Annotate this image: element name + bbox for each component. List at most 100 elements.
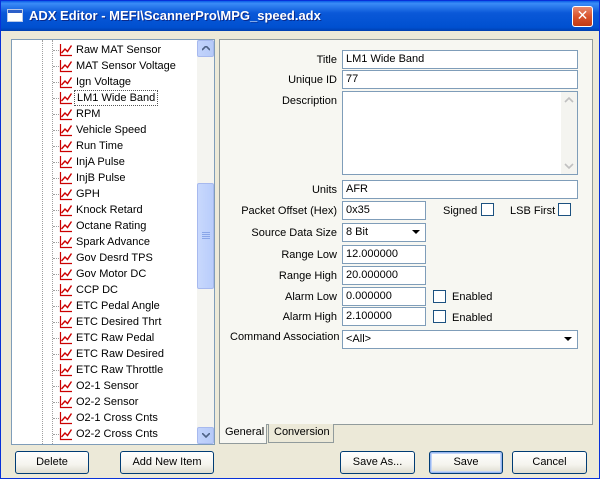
tree-item[interactable]: O2-2 Sensor: [12, 394, 198, 410]
tab-conversion[interactable]: Conversion: [268, 424, 334, 443]
source-data-size-label: Source Data Size: [251, 227, 337, 239]
dropdown-arrow-icon[interactable]: [409, 225, 424, 240]
range-low-label: Range Low: [281, 249, 337, 261]
tab-general[interactable]: General: [219, 424, 267, 444]
tree-item-label: InjA Pulse: [76, 156, 125, 168]
tree-item-label: ETC Raw Desired: [76, 348, 165, 360]
window-title: ADX Editor - MEFI\ScannerPro\MPG_speed.a…: [29, 8, 321, 23]
tree-item[interactable]: CCP DC: [12, 282, 198, 298]
tree-item-label: ETC Raw Pedal: [76, 332, 155, 344]
tree-item-label: Ign Voltage: [76, 76, 132, 88]
tree-item[interactable]: LM1 Wide Band: [12, 90, 198, 106]
range-high-field[interactable]: 20.000000: [342, 266, 426, 285]
line-graph-icon: [59, 204, 73, 217]
dropdown-arrow-icon[interactable]: [561, 332, 576, 347]
tree-item[interactable]: RPM: [12, 106, 198, 122]
range-high-label: Range High: [278, 270, 337, 282]
save-as-button[interactable]: Save As...: [340, 451, 415, 474]
chevron-down-icon[interactable]: [561, 158, 577, 174]
unique-id-field[interactable]: 77: [342, 70, 578, 89]
grip-line: [202, 236, 210, 237]
tree-item[interactable]: Vehicle Speed: [12, 122, 198, 138]
units-field[interactable]: AFR: [342, 180, 578, 199]
unique-id-label: Unique ID: [288, 74, 337, 86]
line-graph-icon: [59, 396, 73, 409]
chevron-up-icon: [202, 46, 210, 51]
scroll-up-button[interactable]: [197, 40, 214, 57]
tree-item[interactable]: O2-1 Cross Cnts: [12, 410, 198, 426]
alarm-high-enabled-label: Enabled: [452, 312, 493, 324]
command-association-select[interactable]: <All>: [342, 330, 578, 349]
alarm-low-enabled-checkbox[interactable]: [433, 290, 446, 303]
tree-item-label: ETC Desired Thrt: [76, 316, 162, 328]
delete-button[interactable]: Delete: [15, 451, 89, 474]
tree-item[interactable]: InjA Pulse: [12, 154, 198, 170]
line-graph-icon: [59, 124, 73, 137]
tree-item[interactable]: O2-2 Cross Cnts: [12, 426, 198, 442]
tree-item[interactable]: Gov Motor DC: [12, 266, 198, 282]
chevron-up-icon[interactable]: [561, 92, 577, 108]
tree-item[interactable]: GPH: [12, 186, 198, 202]
item-tree[interactable]: Raw MAT Sensor MAT Sensor Voltage Ign Volt…: [11, 39, 215, 445]
alarm-low-field[interactable]: 0.000000: [342, 287, 426, 306]
tree-item-label: Run Time: [76, 140, 124, 152]
description-field[interactable]: [342, 91, 578, 175]
signed-checkbox[interactable]: [481, 203, 494, 216]
tree-item[interactable]: ETC Pedal Angle: [12, 298, 198, 314]
line-graph-icon: [59, 156, 73, 169]
grip-line: [202, 232, 210, 233]
tree-item[interactable]: ETC Raw Throttle: [12, 362, 198, 378]
tree-items: Raw MAT Sensor MAT Sensor Voltage Ign Volt…: [12, 40, 198, 442]
tree-item[interactable]: ETC Desired Thrt: [12, 314, 198, 330]
tree-item-label: LM1 Wide Band: [74, 90, 159, 106]
tree-item-label: Raw MAT Sensor: [76, 44, 162, 56]
grip-line: [202, 234, 210, 235]
lsb-first-checkbox[interactable]: [558, 203, 571, 216]
tree-item[interactable]: MAT Sensor Voltage: [12, 58, 198, 74]
tree-item[interactable]: Run Time: [12, 138, 198, 154]
command-association-value: <All>: [346, 333, 372, 345]
tree-scrollbar[interactable]: [197, 40, 214, 444]
save-button[interactable]: Save: [429, 451, 503, 474]
tree-item[interactable]: Raw MAT Sensor: [12, 42, 198, 58]
tree-item-label: O2-2 Cross Cnts: [76, 428, 158, 440]
cancel-button[interactable]: Cancel: [512, 451, 587, 474]
alarm-high-enabled-checkbox[interactable]: [433, 310, 446, 323]
line-graph-icon: [59, 252, 73, 265]
tree-item[interactable]: Knock Retard: [12, 202, 198, 218]
tree-item[interactable]: Octane Rating: [12, 218, 198, 234]
tree-item[interactable]: ETC Raw Pedal: [12, 330, 198, 346]
chevron-down-icon: [202, 433, 210, 438]
tree-item-label: ETC Raw Throttle: [76, 364, 164, 376]
scroll-thumb[interactable]: [197, 183, 214, 289]
tree-item-label: GPH: [76, 188, 100, 200]
tree-item[interactable]: Gov Desrd TPS: [12, 250, 198, 266]
description-scrollbar[interactable]: [561, 92, 577, 174]
tree-item[interactable]: O2-1 Sensor: [12, 378, 198, 394]
alarm-high-field[interactable]: 2.100000: [342, 307, 426, 326]
line-graph-icon: [59, 284, 73, 297]
tree-item-label: O2-2 Sensor: [76, 396, 139, 408]
source-data-size-select[interactable]: 8 Bit: [342, 223, 426, 242]
title-bar[interactable]: ADX Editor - MEFI\ScannerPro\MPG_speed.a…: [1, 1, 599, 31]
tree-item-label: Octane Rating: [76, 220, 147, 232]
tree-item-label: InjB Pulse: [76, 172, 126, 184]
packet-offset-field[interactable]: 0x35: [342, 201, 426, 220]
range-low-field[interactable]: 12.000000: [342, 245, 426, 264]
adx-editor-window: ADX Editor - MEFI\ScannerPro\MPG_speed.a…: [0, 0, 600, 479]
tree-item-label: CCP DC: [76, 284, 118, 296]
line-graph-icon: [59, 76, 73, 89]
add-new-item-button[interactable]: Add New Item: [120, 451, 214, 474]
packet-offset-label: Packet Offset (Hex): [241, 205, 337, 217]
tree-item[interactable]: ETC Raw Desired: [12, 346, 198, 362]
line-graph-icon: [59, 92, 73, 105]
close-button[interactable]: ✕: [572, 6, 593, 27]
tree-item[interactable]: Spark Advance: [12, 234, 198, 250]
alarm-low-label: Alarm Low: [285, 291, 337, 303]
scroll-down-button[interactable]: [197, 427, 214, 444]
tree-item[interactable]: InjB Pulse: [12, 170, 198, 186]
tree-item[interactable]: Ign Voltage: [12, 74, 198, 90]
tree-item-label: Gov Desrd TPS: [76, 252, 153, 264]
title-field[interactable]: LM1 Wide Band: [342, 50, 578, 69]
alarm-high-label: Alarm High: [282, 311, 337, 323]
